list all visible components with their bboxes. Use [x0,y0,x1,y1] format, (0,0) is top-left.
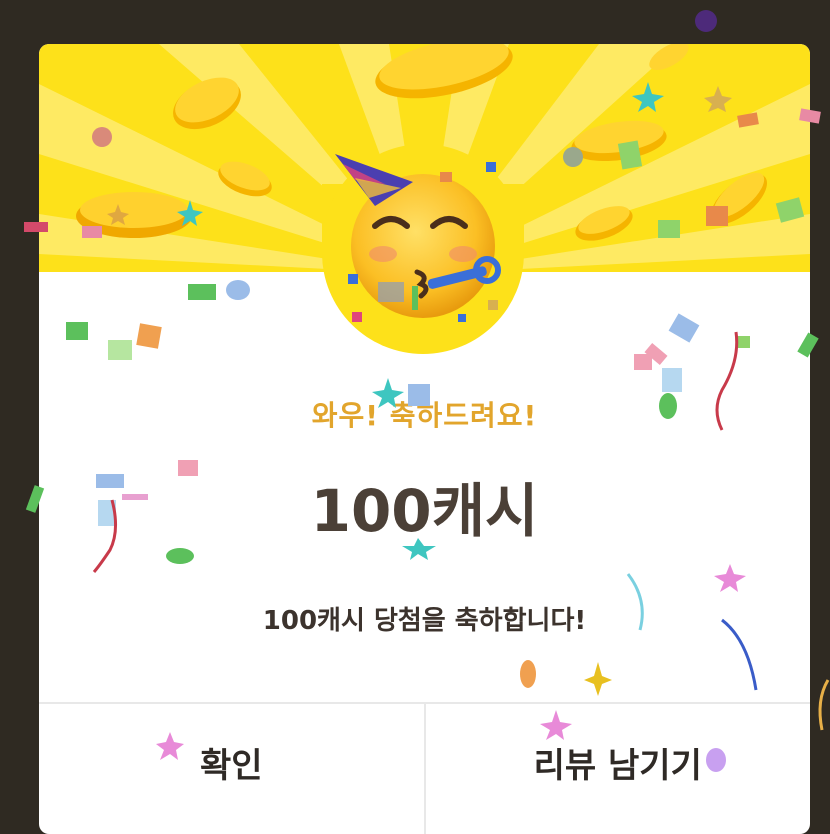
leave-review-button[interactable]: 리뷰 남기기 [423,704,811,834]
confirm-button-label: 확인 [199,746,263,786]
review-button-label: 리뷰 남기기 [533,746,702,786]
headline: 와우! 축하드려요! [311,399,538,432]
reward-dialog: 와우! 축하드려요! 100캐시 100캐시 당첨을 축하합니다! 확인 리뷰 … [39,44,810,834]
button-row: 확인 리뷰 남기기 [39,702,810,834]
confirm-button[interactable]: 확인 [39,704,424,834]
reward-amount: 100캐시 [310,477,539,545]
party-face-emoji-icon [335,154,501,318]
congrats-message: 100캐시 당첨을 축하합니다! [262,606,587,636]
